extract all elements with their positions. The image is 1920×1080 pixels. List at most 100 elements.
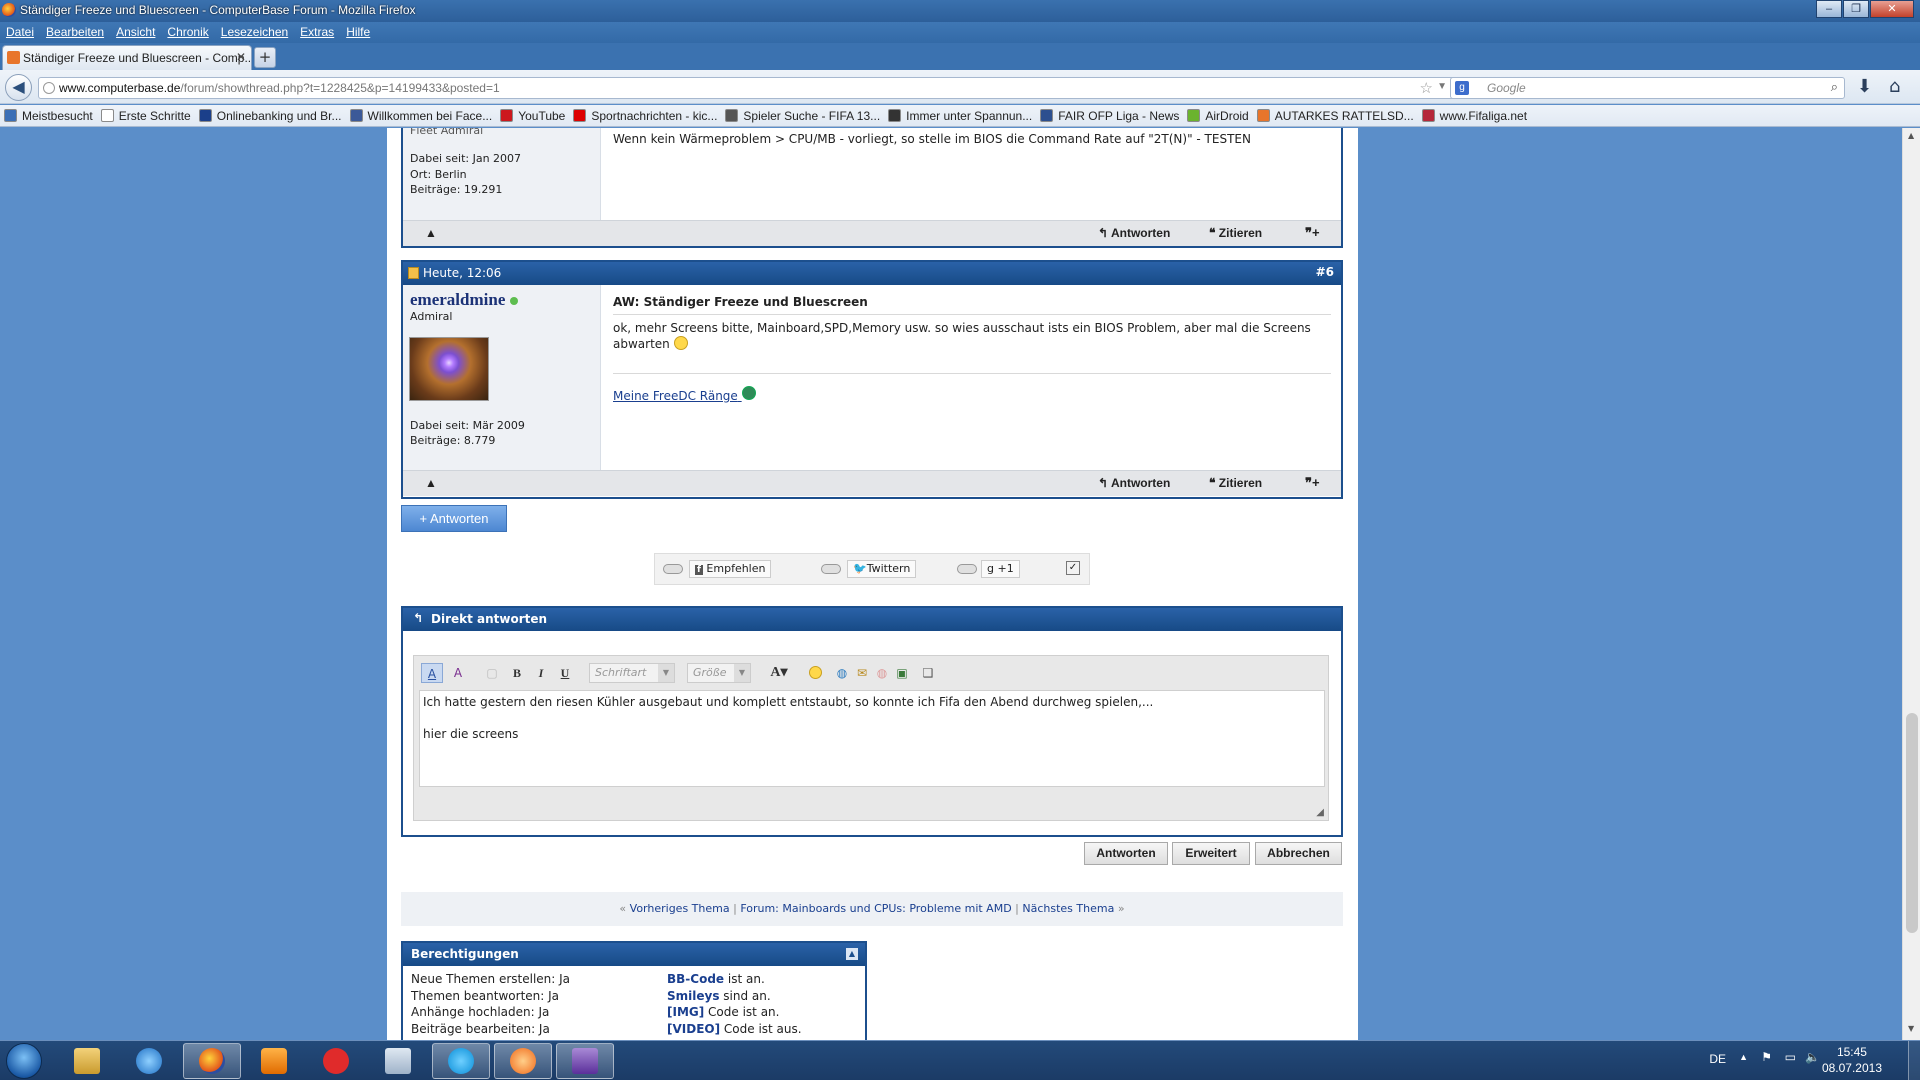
tab-active[interactable]: Ständiger Freeze und Bluescreen - Comp..… bbox=[2, 45, 252, 70]
new-reply-button[interactable]: + Antworten bbox=[401, 505, 507, 532]
report-post-icon[interactable]: ▲ bbox=[425, 476, 437, 490]
show-hidden-icons[interactable]: ▲ bbox=[1739, 1052, 1748, 1062]
media-player-taskbar-icon[interactable] bbox=[245, 1043, 303, 1079]
language-indicator[interactable]: DE bbox=[1709, 1052, 1726, 1066]
show-desktop-button[interactable] bbox=[1908, 1041, 1920, 1080]
paste-icon[interactable]: ▢ bbox=[481, 663, 503, 683]
post5-quote-button[interactable]: ❝ Zitieren bbox=[1209, 226, 1262, 240]
video-code-link[interactable]: [VIDEO] bbox=[667, 1022, 720, 1036]
img-code-link[interactable]: [IMG] bbox=[667, 1005, 704, 1019]
user-avatar[interactable] bbox=[409, 337, 489, 401]
bold-icon[interactable]: B bbox=[506, 663, 528, 683]
volume-icon[interactable]: 🔈 bbox=[1805, 1050, 1820, 1064]
post6-quote-button[interactable]: ❝ Zitieren bbox=[1209, 476, 1262, 490]
scrollbar-thumb[interactable] bbox=[1906, 713, 1918, 933]
next-thread-link[interactable]: Nächstes Thema bbox=[1022, 902, 1114, 915]
search-bar[interactable]: g Google ⌕ bbox=[1450, 77, 1845, 99]
close-tab-icon[interactable]: ✕ bbox=[236, 50, 246, 64]
resize-handle-icon[interactable]: ◢ bbox=[1316, 807, 1324, 818]
insert-link-icon[interactable]: ◍ bbox=[831, 663, 853, 683]
font-select[interactable]: Schriftart ▼ bbox=[589, 663, 675, 683]
scroll-up-icon[interactable]: ▲ bbox=[1908, 131, 1914, 140]
url-dropdown-icon[interactable]: ▼ bbox=[1437, 81, 1447, 92]
multiquote-icon[interactable]: ❞+ bbox=[1305, 475, 1320, 491]
bookmark-item[interactable]: AirDroid bbox=[1187, 109, 1249, 123]
menu-bearbeiten[interactable]: Bearbeiten bbox=[46, 22, 104, 43]
page-scrollbar[interactable]: ▲ ▼ bbox=[1902, 128, 1920, 1040]
switch-editor-mode-icon[interactable]: A bbox=[421, 663, 443, 683]
bookmark-item[interactable]: FAIR OFP Liga - News bbox=[1040, 109, 1179, 123]
insert-quote-icon[interactable]: ❑ bbox=[917, 663, 939, 683]
google-engine-icon[interactable]: g bbox=[1455, 81, 1469, 95]
signature-link[interactable]: Meine FreeDC Ränge bbox=[613, 386, 756, 403]
explorer-taskbar-icon[interactable] bbox=[58, 1043, 116, 1079]
bookmark-item[interactable]: Immer unter Spannun... bbox=[888, 109, 1032, 123]
submit-reply-button[interactable]: Antworten bbox=[1084, 842, 1168, 865]
new-tab-button[interactable]: + bbox=[254, 47, 276, 68]
forum-link[interactable]: Forum: Mainboards und CPUs: Probleme mit… bbox=[740, 902, 1011, 915]
action-center-icon[interactable]: ⚑ bbox=[1761, 1050, 1772, 1064]
bookmark-item[interactable]: Sportnachrichten - kic... bbox=[573, 109, 717, 123]
twitter-toggle[interactable] bbox=[821, 564, 841, 574]
post5-answer-button[interactable]: ↰ Antworten bbox=[1098, 226, 1170, 240]
post6-number[interactable]: #6 bbox=[1316, 265, 1334, 279]
social-settings-icon[interactable]: ✓ bbox=[1066, 561, 1080, 575]
gplus-toggle[interactable] bbox=[957, 564, 977, 574]
downloads-icon[interactable]: ⬇ bbox=[1857, 76, 1872, 97]
skype-taskbar-icon[interactable] bbox=[432, 1043, 490, 1079]
insert-email-icon[interactable]: ✉ bbox=[851, 663, 873, 683]
scroll-down-icon[interactable]: ▼ bbox=[1908, 1024, 1914, 1033]
gplus-button[interactable]: g +1 bbox=[981, 560, 1020, 578]
bookmark-item[interactable]: AUTARKES RATTELSD... bbox=[1256, 109, 1414, 123]
close-window-button[interactable]: ✕ bbox=[1870, 0, 1914, 18]
underline-icon[interactable]: U bbox=[554, 663, 576, 683]
origin-taskbar-icon[interactable] bbox=[494, 1043, 552, 1079]
bookmark-item[interactable]: Onlinebanking und Br... bbox=[198, 109, 342, 123]
maximize-button[interactable]: ❐ bbox=[1843, 0, 1869, 18]
calculator-taskbar-icon[interactable] bbox=[369, 1043, 427, 1079]
menu-ansicht[interactable]: Ansicht bbox=[116, 22, 155, 43]
cancel-button[interactable]: Abbrechen bbox=[1255, 842, 1342, 865]
smilies-icon[interactable] bbox=[804, 663, 826, 683]
bookmark-item[interactable]: www.Fifaliga.net bbox=[1421, 109, 1527, 123]
firefox-taskbar-icon[interactable] bbox=[183, 1043, 241, 1079]
menu-extras[interactable]: Extras bbox=[300, 22, 334, 43]
cpuz-taskbar-icon[interactable] bbox=[556, 1043, 614, 1079]
start-button[interactable] bbox=[6, 1043, 42, 1079]
message-textarea[interactable]: Ich hatte gestern den riesen Kühler ausg… bbox=[419, 690, 1325, 787]
minimize-button[interactable]: – bbox=[1816, 0, 1842, 18]
clock[interactable]: 15:45 08.07.2013 bbox=[1822, 1044, 1882, 1076]
bookmark-item[interactable]: YouTube bbox=[500, 109, 565, 123]
menu-lesezeichen[interactable]: Lesezeichen bbox=[221, 22, 288, 43]
network-icon[interactable]: ▭ bbox=[1785, 1050, 1796, 1064]
menu-hilfe[interactable]: Hilfe bbox=[346, 22, 370, 43]
post6-username[interactable]: emeraldmine bbox=[410, 291, 600, 309]
advanced-mode-button[interactable]: Erweitert bbox=[1172, 842, 1250, 865]
fifa13-taskbar-icon[interactable] bbox=[307, 1043, 365, 1079]
search-icon[interactable]: ⌕ bbox=[1831, 79, 1838, 95]
remove-link-icon[interactable]: ◍ bbox=[871, 663, 893, 683]
collapse-icon[interactable]: ▲ bbox=[846, 948, 858, 960]
menu-datei[interactable]: Datei bbox=[6, 22, 34, 43]
multiquote-icon[interactable]: ❞+ bbox=[1305, 225, 1320, 241]
url-bar[interactable]: www.computerbase.de/forum/showthread.php… bbox=[38, 77, 1476, 99]
internet-explorer-taskbar-icon[interactable] bbox=[120, 1043, 178, 1079]
post6-answer-button[interactable]: ↰ Antworten bbox=[1098, 476, 1170, 490]
back-button[interactable]: ◀ bbox=[5, 74, 32, 101]
bookmark-item[interactable]: Meistbesucht bbox=[4, 109, 93, 123]
prev-thread-link[interactable]: Vorheriges Thema bbox=[630, 902, 730, 915]
italic-icon[interactable]: I bbox=[530, 663, 552, 683]
bbcode-link[interactable]: BB-Code bbox=[667, 972, 724, 986]
home-icon[interactable]: ⌂ bbox=[1889, 76, 1900, 97]
bookmark-item[interactable]: Spieler Suche - FIFA 13... bbox=[725, 109, 880, 123]
report-post-icon[interactable]: ▲ bbox=[425, 226, 437, 240]
bookmark-star-icon[interactable]: ☆ bbox=[1420, 79, 1433, 97]
smilies-link[interactable]: Smileys bbox=[667, 989, 719, 1003]
text-color-icon[interactable]: A▾ bbox=[764, 663, 794, 683]
size-select[interactable]: Größe ▼ bbox=[687, 663, 751, 683]
twitter-button[interactable]: 🐦Twittern bbox=[847, 560, 917, 578]
insert-image-icon[interactable]: ▣ bbox=[891, 663, 913, 683]
menu-chronik[interactable]: Chronik bbox=[167, 22, 208, 43]
remove-format-icon[interactable]: A bbox=[447, 663, 469, 683]
facebook-toggle[interactable] bbox=[663, 564, 683, 574]
